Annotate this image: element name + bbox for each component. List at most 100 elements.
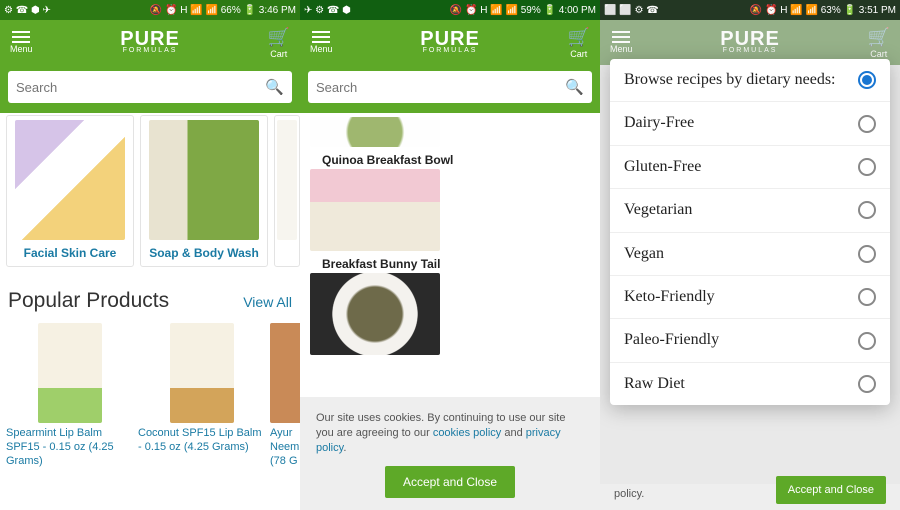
option-label: Raw Diet bbox=[624, 375, 685, 393]
cart-label: Cart bbox=[570, 49, 587, 59]
accept-cookies-button[interactable]: Accept and Close bbox=[385, 466, 515, 498]
android-status-bar: ⬜ ⬜ ⚙ ☎ 🔕 ⏰ H 📶 📶 63% 🔋 3:51 PM bbox=[600, 0, 900, 20]
recipes-body: Quinoa Breakfast Bowl Breakfast Bunny Ta… bbox=[300, 113, 600, 510]
cart-label: Cart bbox=[870, 49, 887, 59]
app-header: Menu PURE FORMULAS 🛒 Cart bbox=[300, 20, 600, 65]
category-card[interactable]: Facial Skin Care bbox=[6, 115, 134, 267]
cart-label: Cart bbox=[270, 49, 287, 59]
menu-label: Menu bbox=[610, 44, 633, 54]
cookie-text: . bbox=[343, 442, 346, 454]
dietary-filter-dialog: Browse recipes by dietary needs: Dairy-F… bbox=[610, 59, 890, 405]
dialog-option[interactable]: Paleo-Friendly bbox=[610, 319, 890, 362]
status-left: ✈ ⚙ ☎ ⬢ bbox=[304, 5, 351, 16]
radio-icon bbox=[858, 158, 876, 176]
menu-label: Menu bbox=[310, 44, 333, 54]
hamburger-icon bbox=[312, 31, 330, 43]
dialog-header-label: Browse recipes by dietary needs: bbox=[624, 71, 835, 89]
brand-logo[interactable]: PURE FORMULAS bbox=[120, 31, 180, 54]
cart-button: 🛒 Cart bbox=[868, 27, 890, 59]
logo-main: PURE bbox=[420, 31, 480, 48]
option-label: Paleo-Friendly bbox=[624, 331, 719, 349]
status-left: ⬜ ⬜ ⚙ ☎ bbox=[604, 5, 659, 16]
search-icon[interactable]: 🔍 bbox=[565, 78, 584, 96]
menu-button[interactable]: Menu bbox=[310, 31, 333, 54]
recipe-card[interactable]: Quinoa Breakfast Bowl bbox=[310, 153, 590, 251]
status-left: ⚙ ☎ ⬢ ✈ bbox=[4, 5, 51, 16]
popular-header: Popular Products View All bbox=[8, 289, 292, 313]
dialog-option[interactable]: Vegan bbox=[610, 233, 890, 276]
search-input[interactable] bbox=[316, 80, 565, 95]
radio-icon bbox=[858, 201, 876, 219]
screen-2-recipes: ✈ ⚙ ☎ ⬢ 🔕 ⏰ H 📶 📶 59% 🔋 4:00 PM Menu PUR… bbox=[300, 0, 600, 510]
menu-button[interactable]: Menu bbox=[10, 31, 33, 54]
product-card[interactable]: Spearmint Lip Balm SPF15 - 0.15 oz (4.25… bbox=[6, 323, 134, 468]
screen-3-filter-dialog: ⬜ ⬜ ⚙ ☎ 🔕 ⏰ H 📶 📶 63% 🔋 3:51 PM Menu PUR… bbox=[600, 0, 900, 510]
home-body: Facial Skin Care Soap & Body Wash Popula… bbox=[0, 113, 300, 510]
dialog-option[interactable]: Raw Diet bbox=[610, 363, 890, 405]
logo-main: PURE bbox=[720, 31, 780, 48]
search-row: 🔍 bbox=[0, 65, 300, 113]
dialog-option[interactable]: Vegetarian bbox=[610, 189, 890, 232]
search-box[interactable]: 🔍 bbox=[308, 71, 592, 103]
product-label: Spearmint Lip Balm SPF15 - 0.15 oz (4.25… bbox=[6, 427, 134, 468]
radio-icon bbox=[858, 115, 876, 133]
recipe-title: Breakfast Bunny Tail bbox=[322, 257, 590, 271]
recipe-image bbox=[310, 169, 440, 251]
cart-button[interactable]: 🛒 Cart bbox=[268, 27, 290, 59]
dialog-option-header[interactable]: Browse recipes by dietary needs: bbox=[610, 59, 890, 102]
logo-sub: FORMULAS bbox=[420, 48, 480, 54]
category-image bbox=[15, 120, 125, 240]
product-label: Coconut SPF15 Lip Balm - 0.15 oz (4.25 G… bbox=[138, 427, 266, 455]
cookie-text-bg: policy. bbox=[614, 488, 644, 500]
product-label: Ayur Neem (78 G bbox=[270, 427, 300, 468]
cookie-banner-bg: policy. Accept and Close bbox=[600, 484, 900, 510]
brand-logo: PURE FORMULAS bbox=[720, 31, 780, 54]
recipe-card[interactable] bbox=[310, 117, 590, 147]
cart-button[interactable]: 🛒 Cart bbox=[568, 27, 590, 59]
popular-heading: Popular Products bbox=[8, 289, 169, 313]
category-image bbox=[149, 120, 259, 240]
status-right: 🔕 ⏰ H 📶 📶 59% 🔋 4:00 PM bbox=[450, 5, 596, 16]
product-card-partial[interactable]: Ayur Neem (78 G bbox=[270, 323, 300, 468]
hamburger-icon bbox=[12, 31, 30, 43]
dialog-option[interactable]: Keto-Friendly bbox=[610, 276, 890, 319]
cart-icon: 🛒 bbox=[568, 27, 590, 48]
cart-icon: 🛒 bbox=[868, 27, 890, 48]
brand-logo[interactable]: PURE FORMULAS bbox=[420, 31, 480, 54]
dialog-option[interactable]: Dairy-Free bbox=[610, 102, 890, 145]
cookie-text: and bbox=[501, 427, 525, 439]
recipe-card[interactable]: Breakfast Bunny Tail bbox=[310, 257, 590, 355]
product-row: Spearmint Lip Balm SPF15 - 0.15 oz (4.25… bbox=[6, 323, 294, 468]
search-icon[interactable]: 🔍 bbox=[265, 78, 284, 96]
logo-sub: FORMULAS bbox=[120, 48, 180, 54]
search-box[interactable]: 🔍 bbox=[8, 71, 292, 103]
cookies-policy-link[interactable]: cookies policy bbox=[433, 427, 501, 439]
hamburger-icon bbox=[612, 31, 630, 43]
category-card[interactable]: Soap & Body Wash bbox=[140, 115, 268, 267]
radio-icon bbox=[858, 332, 876, 350]
recipe-title: Quinoa Breakfast Bowl bbox=[322, 153, 590, 167]
option-label: Keto-Friendly bbox=[624, 288, 715, 306]
screen-1-home: ⚙ ☎ ⬢ ✈ 🔕 ⏰ H 📶 📶 66% 🔋 3:46 PM Menu PUR… bbox=[0, 0, 300, 510]
radio-icon bbox=[858, 375, 876, 393]
android-status-bar: ⚙ ☎ ⬢ ✈ 🔕 ⏰ H 📶 📶 66% 🔋 3:46 PM bbox=[0, 0, 300, 20]
radio-icon bbox=[858, 245, 876, 263]
product-image bbox=[270, 323, 300, 423]
search-row: 🔍 bbox=[300, 65, 600, 113]
view-all-link[interactable]: View All bbox=[243, 294, 292, 310]
category-row: Facial Skin Care Soap & Body Wash bbox=[6, 115, 294, 267]
category-card-partial[interactable] bbox=[274, 115, 300, 267]
product-card[interactable]: Coconut SPF15 Lip Balm - 0.15 oz (4.25 G… bbox=[138, 323, 266, 468]
menu-button: Menu bbox=[610, 31, 633, 54]
cart-icon: 🛒 bbox=[268, 27, 290, 48]
recipe-image bbox=[310, 117, 440, 147]
option-label: Dairy-Free bbox=[624, 114, 694, 132]
dialog-option[interactable]: Gluten-Free bbox=[610, 146, 890, 189]
product-image bbox=[170, 323, 234, 423]
logo-main: PURE bbox=[120, 31, 180, 48]
search-input[interactable] bbox=[16, 80, 265, 95]
accept-cookies-button-bg: Accept and Close bbox=[776, 476, 886, 504]
logo-sub: FORMULAS bbox=[720, 48, 780, 54]
category-image bbox=[277, 120, 297, 240]
product-image bbox=[38, 323, 102, 423]
